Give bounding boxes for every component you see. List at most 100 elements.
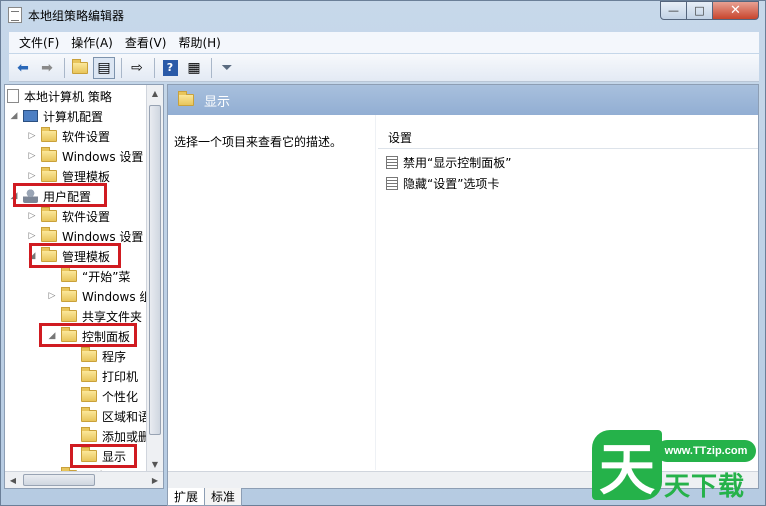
column-header-settings[interactable]: 设置 [378, 127, 758, 149]
forward-icon[interactable]: ➡ [36, 57, 58, 79]
expand-icon[interactable]: ▷ [27, 131, 37, 141]
tree-item-printers[interactable]: 打印机 [81, 366, 138, 386]
tree-item-start-menu[interactable]: “开始”菜 [61, 266, 130, 286]
policy-editor-icon [8, 7, 22, 23]
tree-item-c-software[interactable]: ▷ 软件设置 [27, 126, 110, 146]
export-list-icon[interactable]: ⇨ [126, 57, 148, 79]
folder-icon [61, 267, 77, 282]
menu-action[interactable]: 操作(A) [65, 34, 119, 51]
folder-icon [41, 227, 57, 242]
folder-icon [41, 127, 57, 142]
tree-horizontal-scrollbar[interactable]: ◀ ▶ [5, 471, 163, 488]
window-controls: — □ ✕ [660, 1, 759, 20]
computer-icon [23, 110, 38, 122]
menu-help[interactable]: 帮助(H) [172, 34, 226, 51]
highlight-box-control-panel [39, 323, 137, 347]
policy-setting-icon [386, 155, 398, 169]
show-hide-tree-icon[interactable]: ▤ [93, 56, 115, 79]
scroll-up-icon[interactable]: ▲ [147, 85, 163, 102]
highlight-box-admin-templates [29, 243, 121, 268]
tab-standard[interactable]: 标准 [204, 488, 243, 506]
tree-label: Windows 设置 [62, 149, 144, 164]
menu-bar: 文件(F) 操作(A) 查看(V) 帮助(H) [9, 32, 759, 53]
highlight-box-user-config [13, 183, 107, 207]
folder-icon [41, 167, 57, 182]
tree-label: “开始”菜 [82, 269, 131, 284]
filter-icon[interactable]: ⏷ [216, 57, 238, 79]
tree-item-c-windows[interactable]: ▷ Windows 设置 [27, 146, 143, 166]
close-button[interactable]: ✕ [713, 1, 759, 20]
view-tabs: 扩展 标准 [167, 488, 243, 506]
tree-item-programs[interactable]: 程序 [81, 346, 126, 366]
tree-label: 个性化 [102, 389, 139, 404]
tree-label: Windows 设置 [62, 229, 144, 244]
menu-file[interactable]: 文件(F) [13, 34, 65, 51]
expand-icon[interactable]: ▷ [27, 211, 37, 221]
folder-icon [61, 287, 77, 302]
highlight-box-display [70, 444, 137, 468]
watermark-url: www.TTzip.com [656, 440, 756, 462]
tree-label: 程序 [102, 349, 127, 364]
toolbar-separator [211, 57, 212, 78]
folder-icon [61, 307, 77, 322]
setting-label: 隐藏“设置”选项卡 [403, 176, 500, 191]
scroll-thumb[interactable] [149, 105, 161, 435]
title-bar: 本地组策略编辑器 — □ ✕ [1, 1, 765, 29]
tree-label: 打印机 [102, 369, 139, 384]
folder-icon [41, 207, 57, 222]
watermark-text: 天下载 [664, 472, 746, 502]
tree-item-personalization[interactable]: 个性化 [81, 386, 138, 406]
tree-label: Windows 组 [82, 289, 152, 304]
folder-icon [41, 147, 57, 162]
menu-view[interactable]: 查看(V) [119, 34, 173, 51]
watermark-logo: 天 [592, 430, 662, 503]
tab-extended[interactable]: 扩展 [167, 488, 206, 506]
folder-icon [178, 91, 194, 106]
setting-label: 禁用“显示控制面板” [403, 155, 512, 170]
tree-label: 计算机配置 [43, 109, 104, 124]
tree-item-computer-config[interactable]: ◢ 计算机配置 [9, 106, 103, 126]
up-folder-icon[interactable] [69, 57, 91, 79]
back-icon[interactable]: ⬅ [12, 57, 34, 79]
folder-icon [81, 367, 97, 382]
tree-label: 添加或删 [102, 429, 151, 444]
folder-icon [81, 347, 97, 362]
collapse-icon[interactable]: ◢ [9, 111, 19, 121]
details-pane: 显示 选择一个项目来查看它的描述。 设置 禁用“显示控制面板” 隐藏“设置”选项… [167, 84, 759, 489]
folder-icon [81, 387, 97, 402]
scroll-right-icon[interactable]: ▶ [147, 472, 163, 488]
details-title: 显示 [204, 94, 231, 110]
tree-label: 管理模板 [62, 169, 111, 184]
tree-item-root[interactable]: 本地计算机 策略 [7, 86, 112, 106]
tree-item-windows-components[interactable]: ▷ Windows 组 [47, 286, 151, 306]
watermark: 天 www.TTzip.com 天下载 [592, 430, 766, 506]
tree-vertical-scrollbar[interactable]: ▲ ▼ [146, 85, 163, 473]
expand-icon[interactable]: ▷ [27, 151, 37, 161]
tree-label: 本地计算机 策略 [24, 89, 112, 104]
minimize-button[interactable]: — [660, 1, 687, 20]
help-icon[interactable]: ? [159, 57, 181, 79]
expand-icon[interactable]: ▷ [27, 171, 37, 181]
folder-icon [81, 407, 97, 422]
expand-icon[interactable]: ▷ [47, 291, 57, 301]
tree-label: 软件设置 [62, 129, 111, 144]
folder-icon [81, 427, 97, 442]
scroll-left-icon[interactable]: ◀ [5, 472, 21, 488]
tree-item-add-remove[interactable]: 添加或删 [81, 426, 150, 446]
details-header: 显示 [168, 85, 758, 115]
tree-pane[interactable]: 本地计算机 策略 ◢ 计算机配置 ▷ 软件设置 ▷ Windows 设置 ▷ 管… [4, 84, 164, 489]
toolbar-separator [64, 57, 65, 78]
description-text: 选择一个项目来查看它的描述。 [174, 135, 343, 149]
scroll-thumb[interactable] [23, 474, 95, 486]
setting-row[interactable]: 隐藏“设置”选项卡 [386, 173, 499, 193]
maximize-button[interactable]: □ [687, 1, 713, 20]
tree-item-u-software[interactable]: ▷ 软件设置 [27, 206, 110, 226]
window-title: 本地组策略编辑器 [28, 9, 125, 23]
expand-icon[interactable]: ▷ [27, 231, 37, 241]
tree-item-region[interactable]: 区域和语 [81, 406, 150, 426]
setting-row[interactable]: 禁用“显示控制面板” [386, 152, 511, 172]
policy-doc-icon [7, 89, 19, 103]
toolbar-separator [121, 57, 122, 78]
toolbar: ⬅ ➡ ▤ ⇨ ? ▦ ⏷ [9, 54, 759, 82]
properties-icon[interactable]: ▦ [183, 57, 205, 79]
